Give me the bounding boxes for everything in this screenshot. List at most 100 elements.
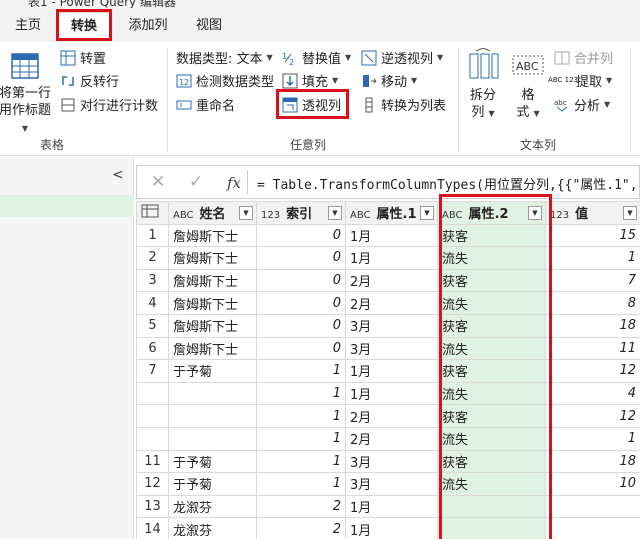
type-text-icon[interactable]: ABC (442, 210, 463, 221)
cell-attr2[interactable]: 获客 (437, 268, 546, 293)
first-row-header-button[interactable]: 将第一行 用作标题 ▼ (0, 52, 54, 137)
formula-text[interactable]: = Table.TransformColumnTypes(用位置分列,{{"属性… (257, 174, 640, 193)
selected-query-item[interactable] (0, 195, 134, 217)
cell-name[interactable]: 詹姆斯下士 (168, 313, 257, 338)
cell-name[interactable] (168, 404, 257, 428)
cell-name[interactable]: 詹姆斯下士 (168, 246, 257, 270)
cell-index[interactable]: 1 (256, 404, 346, 428)
cell-attr2[interactable]: 流失 (437, 381, 546, 406)
replace-values-button[interactable]: 12 替换值 ▼ (282, 48, 351, 68)
table-row[interactable]: 1 2月 流失 1 (136, 426, 640, 451)
row-number[interactable]: 4 (136, 291, 169, 315)
cell-index[interactable]: 2 (256, 494, 346, 519)
cell-name[interactable]: 龙溆芬 (168, 517, 257, 539)
extract-button[interactable]: ABC 123 提取 ▼ (548, 71, 612, 90)
data-type-dropdown[interactable]: 数据类型: 文本 ▼ (176, 48, 273, 67)
cell-attr1[interactable]: 3月 (345, 336, 438, 361)
cell-name[interactable]: 詹姆斯下士 (168, 336, 257, 361)
row-number[interactable]: 13 (136, 494, 169, 519)
cell-index[interactable]: 1 (256, 472, 346, 496)
cell-index[interactable]: 0 (256, 313, 346, 338)
table-row[interactable]: 14 龙溆芬 2 1月 (136, 517, 640, 539)
row-number[interactable] (136, 381, 169, 406)
fx-icon[interactable]: fx (227, 174, 241, 192)
row-number[interactable]: 7 (136, 359, 169, 383)
cancel-formula-icon[interactable]: ✕ (151, 172, 165, 192)
cell-attr1[interactable]: 1月 (345, 246, 438, 270)
cell-index[interactable]: 1 (256, 449, 346, 474)
type-number-icon[interactable]: 123 (550, 210, 569, 221)
type-text-icon[interactable]: ABC (173, 210, 194, 221)
row-number[interactable] (136, 404, 169, 428)
column-header-name[interactable]: ABC 姓名 ▼ (168, 201, 257, 225)
cell-attr1[interactable]: 1月 (345, 223, 438, 248)
detect-data-type-button[interactable]: 12 检测数据类型 (176, 71, 274, 90)
table-row[interactable]: 1 1月 流失 4 (136, 381, 640, 406)
cell-attr2[interactable]: 获客 (437, 223, 546, 248)
column-header-value[interactable]: 123 值 ▼ (545, 201, 640, 225)
table-row[interactable]: 11 于予菊 1 3月 获客 18 (136, 449, 640, 474)
column-header-attr2[interactable]: ABC 属性.2 ▼ (437, 201, 546, 225)
count-rows-button[interactable]: 对行进行计数 (60, 95, 158, 114)
cell-attr1[interactable]: 3月 (345, 449, 438, 474)
unpivot-columns-button[interactable]: 逆透视列 ▼ (361, 48, 443, 67)
cell-attr2[interactable]: 获客 (437, 359, 546, 383)
cell-name[interactable]: 龙溆芬 (168, 494, 257, 519)
cell-attr1[interactable]: 2月 (345, 404, 438, 428)
cell-index[interactable]: 1 (256, 426, 346, 451)
cell-attr2[interactable] (437, 494, 546, 519)
convert-to-list-button[interactable]: 转换为列表 (361, 95, 446, 114)
table-row[interactable]: 6 詹姆斯下士 0 3月 流失 11 (136, 336, 640, 361)
cell-index[interactable]: 2 (256, 517, 346, 539)
row-number[interactable]: 5 (136, 313, 169, 338)
type-number-icon[interactable]: 123 (261, 210, 280, 221)
column-header-attr1[interactable]: ABC 属性.1 ▼ (345, 201, 438, 225)
cell-name[interactable] (168, 426, 257, 451)
cell-attr1[interactable]: 3月 (345, 313, 438, 338)
row-number[interactable]: 2 (136, 246, 169, 270)
cell-name[interactable]: 于予菊 (168, 359, 257, 383)
cell-index[interactable]: 1 (256, 359, 346, 383)
cell-attr2[interactable]: 流失 (437, 246, 546, 270)
tab-home[interactable]: 主页 (6, 12, 50, 40)
cell-attr2[interactable]: 获客 (437, 313, 546, 338)
cell-value[interactable]: 15 (545, 223, 640, 248)
cell-attr1[interactable]: 1月 (345, 517, 438, 539)
cell-attr2[interactable]: 获客 (437, 449, 546, 474)
cell-index[interactable]: 0 (256, 336, 346, 361)
cell-value[interactable] (545, 494, 640, 519)
table-row[interactable]: 2 詹姆斯下士 0 1月 流失 1 (136, 246, 640, 270)
cell-name[interactable]: 于予菊 (168, 472, 257, 496)
fill-button[interactable]: 填充 ▼ (282, 71, 338, 90)
table-row[interactable]: 13 龙溆芬 2 1月 (136, 494, 640, 519)
filter-dropdown-icon[interactable]: ▼ (420, 206, 434, 220)
cell-value[interactable]: 4 (545, 381, 640, 406)
tab-view[interactable]: 视图 (186, 12, 232, 40)
cell-value[interactable]: 1 (545, 246, 640, 270)
row-number[interactable]: 14 (136, 517, 169, 539)
rename-button[interactable]: 重命名 (176, 95, 235, 114)
cell-index[interactable]: 0 (256, 268, 346, 293)
filter-dropdown-icon[interactable]: ▼ (623, 206, 637, 220)
pivot-column-button[interactable]: 透视列 (282, 95, 341, 114)
row-number[interactable]: 1 (136, 223, 169, 248)
cell-attr1[interactable]: 1月 (345, 359, 438, 383)
table-row[interactable]: 3 詹姆斯下士 0 2月 获客 7 (136, 268, 640, 293)
cell-attr2[interactable]: 流失 (437, 291, 546, 315)
cell-attr2[interactable]: 流失 (437, 426, 546, 451)
cell-name[interactable]: 詹姆斯下士 (168, 223, 257, 248)
table-menu-corner[interactable] (136, 201, 169, 225)
transpose-button[interactable]: 转置 (60, 48, 106, 67)
cell-name[interactable] (168, 381, 257, 406)
row-number[interactable]: 6 (136, 336, 169, 361)
move-button[interactable]: 移动 ▼ (361, 71, 417, 90)
cell-value[interactable]: 7 (545, 268, 640, 293)
table-row[interactable]: 1 2月 获客 12 (136, 404, 640, 428)
cell-value[interactable]: 10 (545, 472, 640, 496)
cell-value[interactable]: 12 (545, 404, 640, 428)
table-row[interactable]: 1 詹姆斯下士 0 1月 获客 15 (136, 223, 640, 248)
row-number[interactable] (136, 426, 169, 451)
cell-attr1[interactable]: 3月 (345, 472, 438, 496)
cell-value[interactable]: 12 (545, 359, 640, 383)
cell-value[interactable]: 1 (545, 426, 640, 451)
